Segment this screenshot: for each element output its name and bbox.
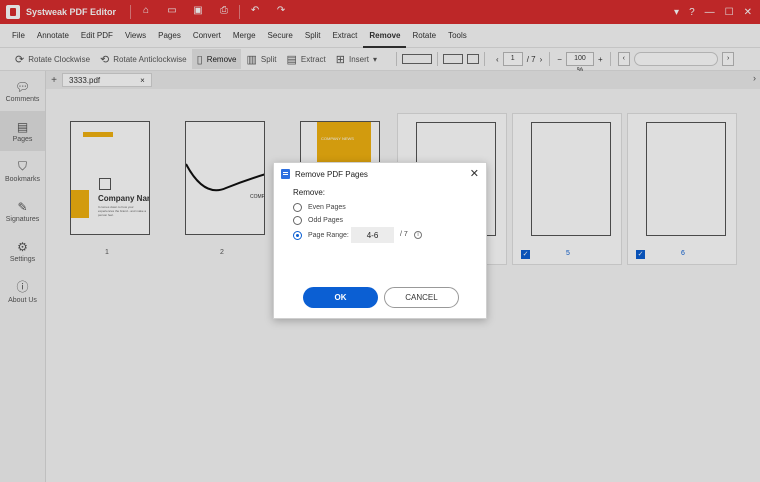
radio-button[interactable]	[293, 203, 302, 212]
range-total: / 7	[400, 231, 408, 238]
radio-label: Odd Pages	[308, 217, 344, 224]
remove-label: Remove:	[293, 188, 326, 197]
dialog-title: Remove PDF Pages	[295, 169, 368, 179]
radio-button[interactable]	[293, 216, 302, 225]
radio-odd-pages[interactable]: Odd Pages	[293, 216, 343, 225]
radio-page-range[interactable]: Page Range:	[293, 231, 349, 240]
radio-button[interactable]	[293, 231, 302, 240]
radio-even-pages[interactable]: Even Pages	[293, 203, 346, 212]
close-icon[interactable]: ✕	[470, 167, 479, 180]
ok-button[interactable]: OK	[303, 287, 378, 308]
radio-label: Page Range:	[308, 232, 349, 239]
dialog-header: Remove PDF Pages	[274, 163, 486, 185]
remove-pages-dialog: Remove PDF Pages ✕ Remove: Even Pages Od…	[273, 162, 487, 319]
radio-label: Even Pages	[308, 204, 346, 211]
info-icon[interactable]: i	[414, 231, 422, 239]
cancel-button[interactable]: CANCEL	[384, 287, 459, 308]
pdf-file-icon	[281, 169, 290, 179]
page-range-input[interactable]	[351, 227, 394, 243]
